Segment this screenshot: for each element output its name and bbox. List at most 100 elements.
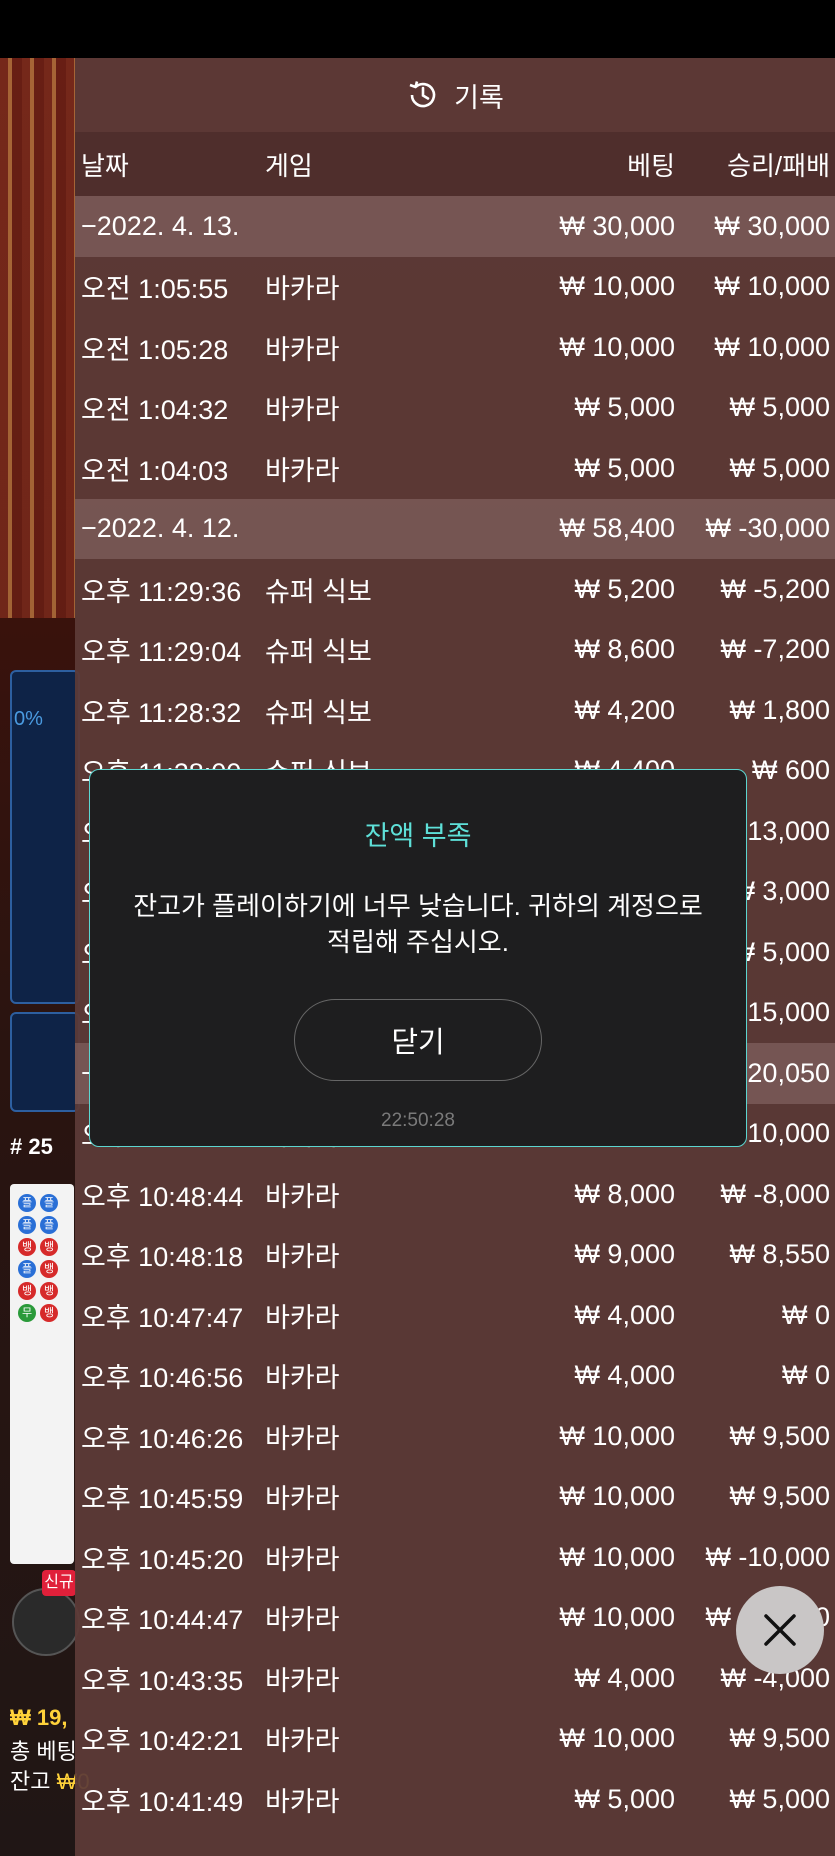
row-bet: ₩ 5,000 [574, 1783, 675, 1814]
row-bet: ₩ 4,000 [574, 1662, 675, 1693]
bead-road: 플플플플뱅뱅플뱅뱅뱅무뱅 [10, 1184, 74, 1564]
road-bead: 뱅 [40, 1238, 58, 1256]
row-win-loss: ₩ 10,000 [714, 271, 830, 302]
row-game: 슈퍼 식보 [265, 637, 372, 668]
history-row[interactable]: 오후 10:43:35 바카라 ₩ 4,000 ₩ -4,000 [75, 1648, 835, 1709]
date-group-row[interactable]: −2022. 4. 13. ₩ 30,000 ₩ 30,000 [75, 196, 835, 257]
history-row[interactable]: 오전 1:04:03 바카라 ₩ 5,000 ₩ 5,000 [75, 438, 835, 499]
row-time: 오후 10:45:20 [81, 1544, 244, 1575]
row-bet: ₩ 58,400 [559, 513, 675, 544]
row-game: 바카라 [265, 1786, 340, 1817]
history-row[interactable]: 오후 10:44:47바카라₩ 10,000₩ -10,000 [75, 1588, 835, 1649]
row-bet: ₩ 5,000 [574, 452, 675, 483]
row-time: 오후 10:45:59 [81, 1484, 244, 1515]
row-win-loss: ₩ 5,000 [729, 392, 830, 423]
row-time: 오전 1:05:28 [81, 334, 229, 365]
row-bet: ₩ 10,000 [559, 1481, 675, 1512]
row-time: 오후 10:46:56 [81, 1363, 244, 1394]
row-bet: ₩ 4,000 [574, 1299, 675, 1330]
date-group-row[interactable]: −2022. 4. 12. ₩ 58,400 ₩ -30,000 [75, 498, 835, 559]
row-game: 바카라 [265, 1726, 340, 1757]
history-row[interactable]: 오전 1:05:28 바카라 ₩ 10,000 ₩ 10,000 [75, 317, 835, 378]
chip-button[interactable] [12, 1588, 80, 1656]
road-bead: 뱅 [18, 1282, 36, 1300]
row-time: 오후 10:46:26 [81, 1423, 244, 1454]
balance-amount: ₩ 19, [10, 1705, 68, 1730]
history-row[interactable]: 오후 10:45:59 바카라 ₩ 10,000 ₩ 9,500 [75, 1467, 835, 1528]
history-row[interactable]: 오전 1:05:55 바카라 ₩ 10,000 ₩ 10,000 [75, 257, 835, 318]
row-date: −2022. 4. 12. [81, 513, 240, 544]
row-win-loss: ₩ -7,200 [720, 634, 830, 665]
row-win-loss: ₩ 9,500 [729, 1420, 830, 1451]
row-win-loss: ₩ -30,000 [705, 513, 830, 544]
history-row[interactable]: 오후 10:48:18 바카라 ₩ 9,000 ₩ 8,550 [75, 1225, 835, 1286]
row-bet: ₩ 30,000 [559, 210, 675, 241]
balance-label: 잔고 [10, 1769, 51, 1794]
row-bet: ₩ 8,000 [574, 1178, 675, 1209]
history-row[interactable]: 오후 10:41:49 바카라 ₩ 5,000 ₩ 5,000 [75, 1769, 835, 1830]
row-time: 오후 10:47:47 [81, 1302, 244, 1333]
history-row[interactable]: 오후 10:47:47 바카라 ₩ 4,000 ₩ 0 [75, 1285, 835, 1346]
column-game: 게임 [265, 150, 313, 181]
row-game: 바카라 [265, 1605, 340, 1636]
row-game: 바카라 [265, 1363, 340, 1394]
history-title: 기록 [454, 82, 504, 113]
row-time: 오후 10:48:44 [81, 1181, 244, 1212]
road-bead: 플 [18, 1260, 36, 1278]
history-row[interactable]: 오후 11:29:04 슈퍼 식보 ₩ 8,600 ₩ -7,200 [75, 620, 835, 681]
road-bead: 플 [40, 1216, 58, 1234]
row-bet: ₩ 5,000 [574, 392, 675, 423]
row-bet: ₩ 10,000 [559, 271, 675, 302]
history-row[interactable]: 오후 11:29:36 슈퍼 식보 ₩ 5,200 ₩ -5,200 [75, 559, 835, 620]
row-bet: ₩ 10,000 [559, 331, 675, 362]
row-win-loss: ₩ 0 [781, 1299, 830, 1330]
history-row[interactable]: 오후 10:42:21 바카라 ₩ 10,000 ₩ 9,500 [75, 1709, 835, 1770]
row-win-loss: ₩ 1,800 [729, 694, 830, 725]
history-row[interactable]: 오후 10:48:44 바카라 ₩ 8,000 ₩ -8,000 [75, 1164, 835, 1225]
row-date: −2022. 4. 13. [81, 210, 240, 241]
dialog-title: 잔액 부족 [364, 821, 472, 851]
row-bet: ₩ 10,000 [559, 1541, 675, 1572]
row-game: 바카라 [265, 1423, 340, 1454]
bet-percent: 0% [14, 708, 43, 730]
row-game: 바카라 [265, 334, 340, 365]
row-time: 오후 10:44:47 [81, 1605, 244, 1636]
row-win-loss: ₩ 30,000 [714, 210, 830, 241]
row-time: 오전 1:04:03 [81, 455, 229, 486]
row-win-loss: ₩ 5,000 [729, 452, 830, 483]
road-bead: 뱅 [18, 1238, 36, 1256]
row-time: 오후 10:43:35 [81, 1665, 244, 1696]
row-bet: ₩ 10,000 [559, 1420, 675, 1451]
row-game: 슈퍼 식보 [265, 697, 372, 728]
history-row[interactable]: 오전 1:04:32 바카라 ₩ 5,000 ₩ 5,000 [75, 378, 835, 439]
row-bet: ₩ 10,000 [559, 1723, 675, 1754]
row-game: 바카라 [265, 1484, 340, 1515]
history-row[interactable]: 오후 11:28:32 슈퍼 식보 ₩ 4,200 ₩ 1,800 [75, 680, 835, 741]
close-history-button[interactable] [736, 1586, 824, 1674]
row-time: 오후 11:28:32 [81, 697, 242, 728]
row-win-loss: ₩ -10,000 [705, 1541, 830, 1572]
row-win-loss: ₩ 10,000 [714, 331, 830, 362]
row-win-loss: ₩ 8,550 [729, 1239, 830, 1270]
row-win-loss: ₩ 9,500 [729, 1481, 830, 1512]
history-row[interactable]: 오후 10:45:20 바카라 ₩ 10,000 ₩ -10,000 [75, 1527, 835, 1588]
row-win-loss: ₩ 9,500 [729, 1723, 830, 1754]
row-game: 바카라 [265, 1242, 340, 1273]
row-time: 오전 1:04:32 [81, 395, 229, 426]
row-bet: ₩ 10,000 [559, 1602, 675, 1633]
close-dialog-button[interactable]: 닫기 [294, 999, 542, 1081]
row-game: 바카라 [265, 1181, 340, 1212]
row-time: 오후 10:42:21 [81, 1726, 244, 1757]
dialog-message: 잔고가 플레이하기에 너무 낮습니다. 귀하의 계정으로 적립해 주십시오. [133, 891, 703, 957]
road-bead: 무 [18, 1304, 36, 1322]
dealer-video-strip [0, 58, 75, 618]
row-time: 오전 1:05:55 [81, 274, 229, 305]
road-bead: 뱅 [40, 1304, 58, 1322]
bet-panel-secondary[interactable] [10, 1012, 80, 1112]
history-row[interactable]: 오후 10:46:56 바카라 ₩ 4,000 ₩ 0 [75, 1346, 835, 1407]
column-bet: 베팅 [627, 150, 675, 181]
new-badge: 신규 [42, 1570, 76, 1596]
column-win-loss: 승리/패배 [727, 150, 830, 181]
history-row[interactable]: 오후 10:46:26 바카라 ₩ 10,000 ₩ 9,500 [75, 1406, 835, 1467]
row-time: 오후 11:29:04 [81, 637, 242, 668]
